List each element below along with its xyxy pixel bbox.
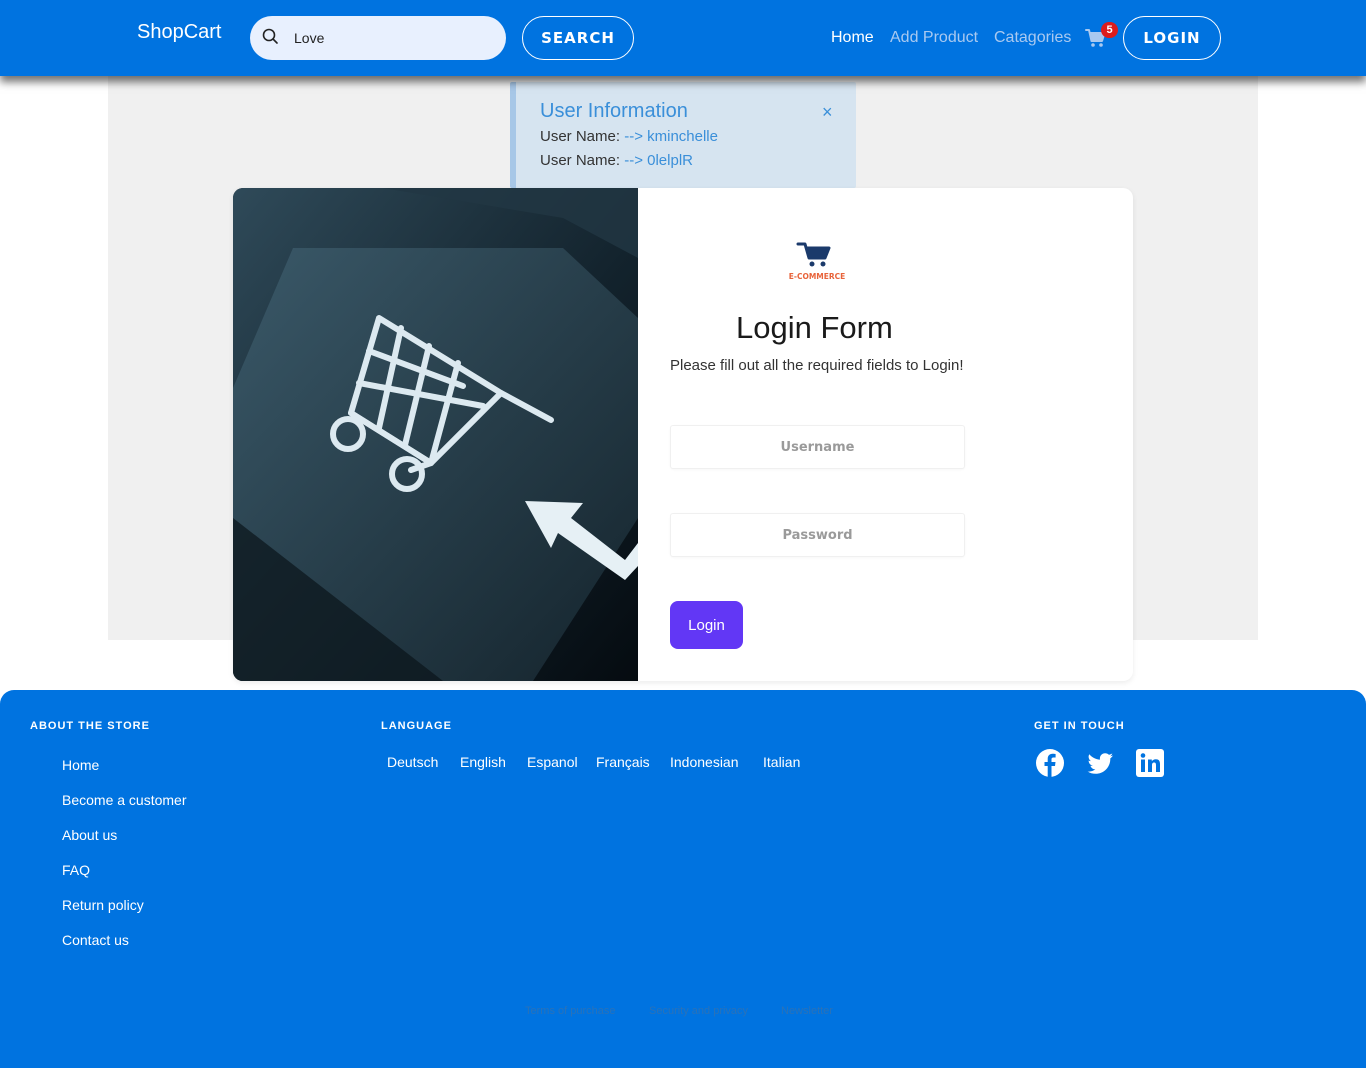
search-button[interactable]: SEARCH [522, 16, 634, 60]
language-francais[interactable]: Français [596, 754, 650, 770]
login-card: E-COMMERCE Login Form Please fill out al… [233, 188, 1133, 681]
footer-link-about-us[interactable]: About us [62, 827, 117, 843]
footer-link-home[interactable]: Home [62, 757, 99, 773]
language-english[interactable]: English [460, 754, 506, 770]
footer-language-heading: LANGUAGE [381, 720, 452, 732]
footer: ABOUT THE STORE Home Become a customer A… [0, 690, 1366, 1068]
login-subtitle: Please fill out all the required fields … [670, 357, 964, 374]
facebook-icon[interactable] [1035, 748, 1065, 778]
language-espanol[interactable]: Espanol [527, 754, 578, 770]
cart-count-badge: 5 [1101, 22, 1118, 38]
footer-terms-link[interactable]: Terms of purchase [525, 1005, 615, 1017]
alert-line: User Name: --> 0lelplR [540, 152, 693, 169]
password-input[interactable] [671, 514, 964, 556]
search-input[interactable] [294, 26, 494, 50]
footer-link-contact-us[interactable]: Contact us [62, 932, 129, 948]
alert-title: User Information [540, 100, 688, 122]
username-field[interactable] [670, 425, 965, 469]
language-italian[interactable]: Italian [763, 754, 800, 770]
user-info-alert: User Information × User Name: --> kminch… [510, 82, 856, 188]
footer-about-heading: ABOUT THE STORE [30, 720, 150, 732]
search-box[interactable] [250, 16, 506, 60]
nav-link-add-product[interactable]: Add Product [890, 29, 978, 47]
alert-line-label: User Name: [540, 128, 621, 145]
language-indonesian[interactable]: Indonesian [670, 754, 739, 770]
nav-link-home[interactable]: Home [831, 29, 874, 47]
twitter-icon[interactable] [1085, 748, 1115, 778]
login-title: Login Form [736, 310, 893, 345]
username-input[interactable] [671, 426, 964, 468]
navbar: ShopCart SEARCH Home Add Product Catagor… [0, 0, 1366, 76]
alert-line-value: --> kminchelle [624, 128, 718, 145]
alert-line-value: --> 0lelplR [624, 152, 693, 169]
brand-logo[interactable]: ShopCart [137, 21, 222, 44]
ecommerce-logo: E-COMMERCE [789, 242, 846, 281]
close-icon[interactable]: × [822, 102, 833, 123]
alert-line-label: User Name: [540, 152, 621, 169]
search-icon [262, 28, 278, 44]
logo-text: E-COMMERCE [789, 272, 846, 281]
footer-security-link[interactable]: Security and privacy [649, 1005, 748, 1017]
login-submit-button[interactable]: Login [670, 601, 743, 649]
footer-newsletter-link[interactable]: Newsletter [781, 1005, 833, 1017]
footer-link-return-policy[interactable]: Return policy [62, 897, 144, 913]
footer-link-faq[interactable]: FAQ [62, 862, 90, 878]
hero-image [233, 188, 638, 681]
login-nav-button[interactable]: LOGIN [1123, 16, 1221, 60]
language-deutsch[interactable]: Deutsch [387, 754, 438, 770]
password-field[interactable] [670, 513, 965, 557]
footer-link-become-customer[interactable]: Become a customer [62, 792, 187, 808]
linkedin-icon[interactable] [1135, 748, 1165, 778]
footer-touch-heading: GET IN TOUCH [1034, 720, 1125, 732]
nav-link-categories[interactable]: Catagories [994, 29, 1071, 47]
alert-line: User Name: --> kminchelle [540, 128, 718, 145]
